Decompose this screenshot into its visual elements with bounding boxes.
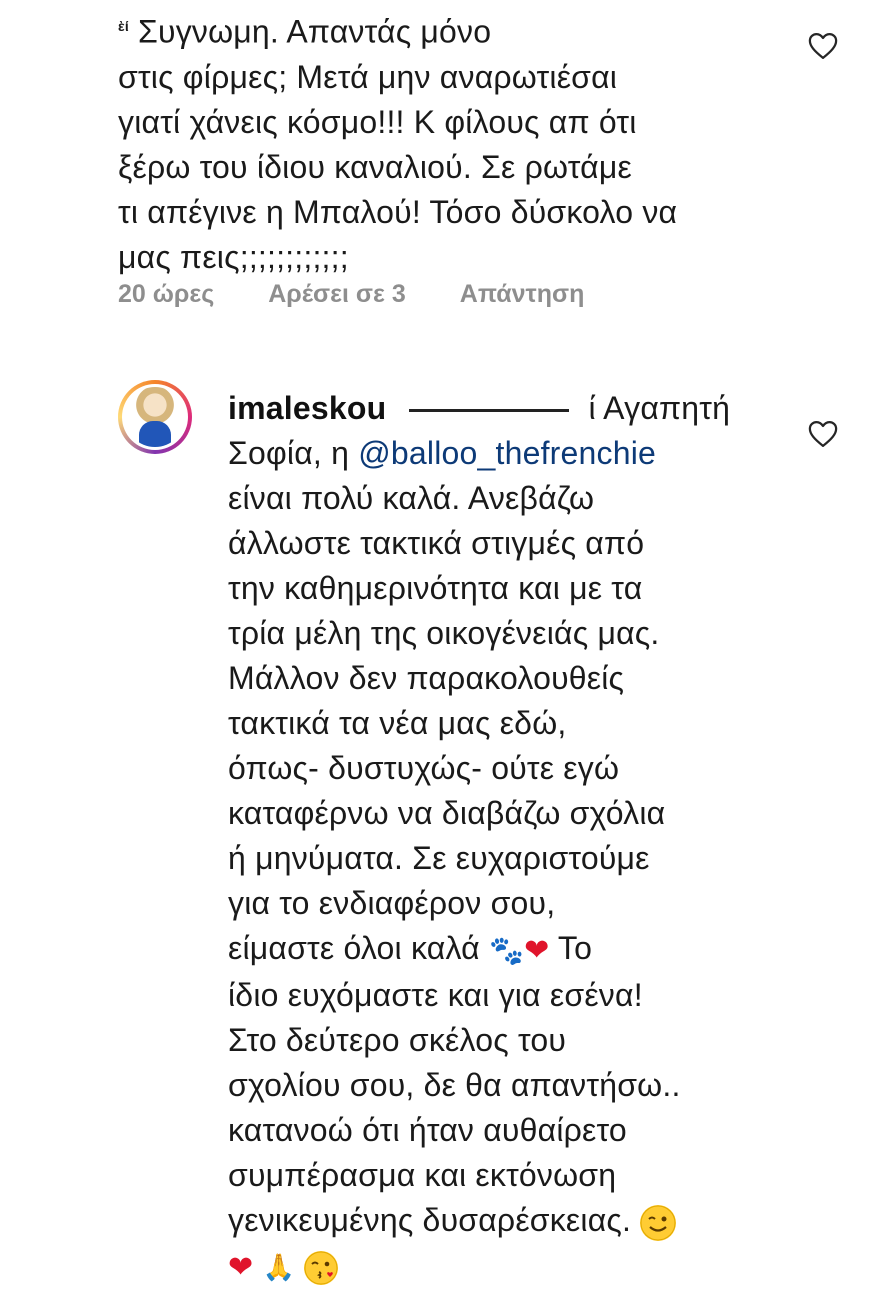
censored-mention [409,409,570,413]
comment-line: τρία μέλη της οικογένειάς μας. [228,615,660,651]
comment-line: όπως- δυστυχώς- ούτε εγώ [228,750,620,786]
red-heart-icon: ❤ [228,1250,254,1284]
comment-line: τι απέγινε η Μπαλού! Τόσο δύσκολο να [118,193,678,230]
comment-line: ή μηνύματα. Σε ευχαριστούμε [228,840,650,876]
comment-line: ξέρω του ίδιου καναλιού. Σε ρωτάμε [118,148,632,185]
paw-prints-icon: 🐾 [488,935,525,967]
comment-line: την καθημερινότητα και με τα [228,570,643,606]
heart-outline-icon[interactable] [808,420,838,448]
comment-line: μας πεις;;;;;;;;;;;; [118,238,349,275]
heart-outline-icon[interactable] [808,32,838,60]
reply-button[interactable]: Απάντηση [460,280,585,308]
comment-line: στις φίρμες; Μετά μην αναρωτιέσαι [118,58,618,95]
comment-line: συμπέρασμα και εκτόνωση [228,1157,617,1194]
comment-line: για το ενδιαφέρον σου, [228,885,556,921]
comment-line: είναι πολύ καλά. Ανεβάζω [228,480,595,516]
username-link[interactable]: imaleskou [228,390,386,426]
censored-text: ὲί [118,18,129,34]
avatar[interactable] [118,380,192,454]
profile-photo [125,387,185,447]
comment-line: καταφέρνω να διαβάζω σχόλια [228,795,666,831]
comment-line: τακτικά τα νέα μας εδώ, [228,705,567,741]
comment-line: γιατί χάνεις κόσμο!!! Κ φίλους απ ότι [118,103,637,140]
red-heart-icon: ❤ [524,933,550,967]
winking-face-icon [640,1204,677,1241]
kissing-face-icon [304,1250,339,1285]
comment-text: ὲί Συγνωμη. Απαντάς μόνο στις φίρμες; Με… [118,4,788,280]
comment-line: Συγνωμη. Απαντάς μόνο [138,13,492,50]
comment-line: Μάλλον δεν παρακολουθείς [228,660,625,696]
comment-line: Στο δεύτερο σκέλος του [228,1022,567,1059]
comment-text: imaleskou ί Αγαπητή Σοφία, η @balloo_the… [228,386,788,1290]
comment-line: κατανοώ ότι ήταν αυθαίρετο [228,1112,627,1149]
comment-line: σχολίου σου, δε θα απαντήσω.. [228,1067,681,1104]
likes-count-link[interactable]: Αρέσει σε 3 [268,280,405,308]
comment-line: άλλωστε τακτικά στιγμές από [228,525,645,561]
comment-meta: 20 ώρες Αρέσει σε 3 Απάντηση [118,280,632,309]
timestamp: 20 ώρες [118,280,215,308]
mention-link[interactable]: @balloo_thefrenchie [358,435,656,471]
folded-hands-icon: 🙏 [262,1252,296,1283]
comment-line: ίδιο ευχόμαστε και για εσένα! [228,977,643,1014]
